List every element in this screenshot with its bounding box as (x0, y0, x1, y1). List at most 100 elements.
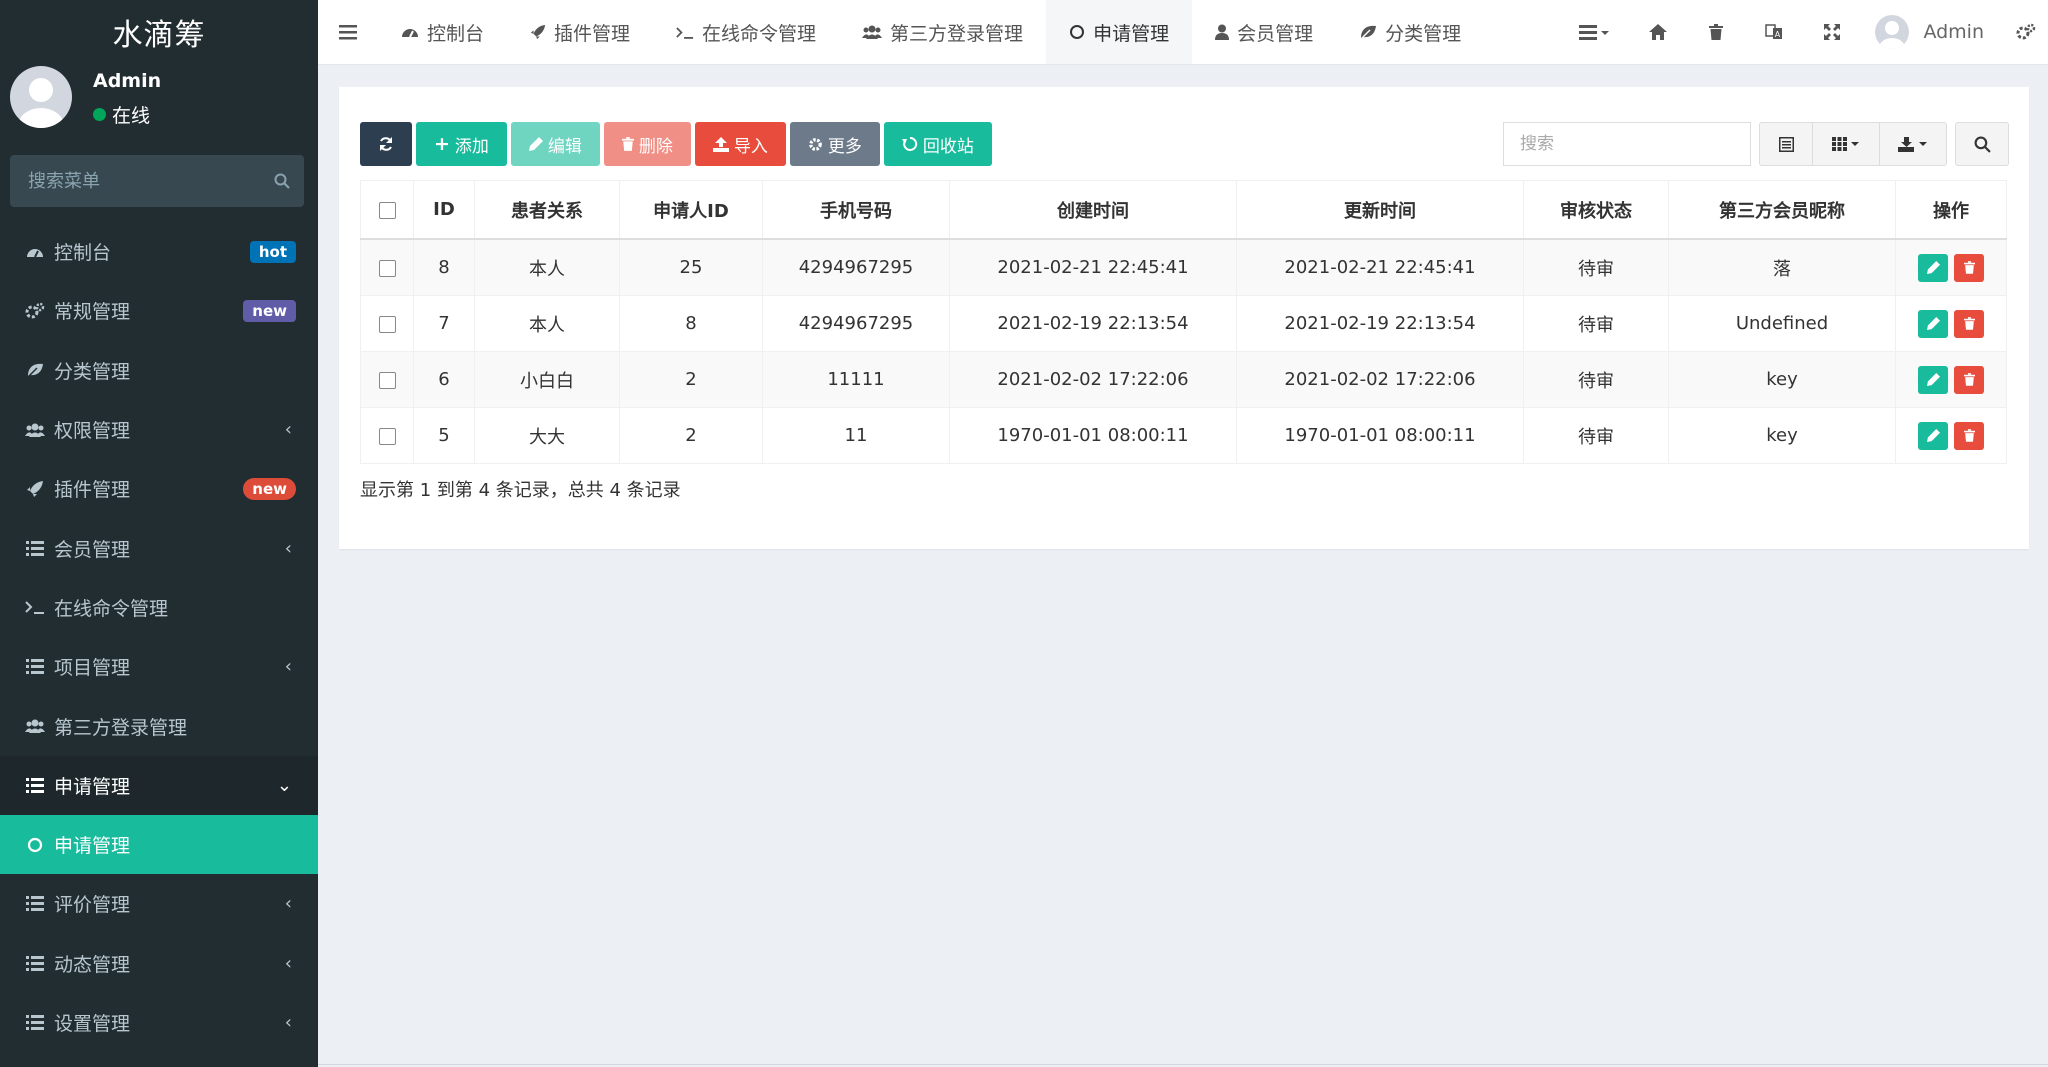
refresh-button[interactable] (360, 122, 412, 166)
column-header[interactable]: 审核状态 (1523, 180, 1669, 240)
table-header-row: ID 患者关系 申请人ID 手机号码 创建时间 更新时间 审核状态 第三方会员昵… (360, 180, 2007, 240)
table-row[interactable]: 5 大大 2 11 1970-01-01 08:00:11 1970-01-01… (360, 407, 2007, 464)
tab-dashboard[interactable]: 控制台 (378, 0, 507, 64)
table-search-input[interactable] (1503, 122, 1751, 166)
list-icon (24, 893, 46, 915)
sidebar-item-auth[interactable]: 权限管理 ‹ (0, 400, 318, 459)
group-icon (24, 715, 46, 737)
row-checkbox[interactable] (378, 427, 396, 445)
export-dropdown-button[interactable] (1880, 123, 1946, 165)
tab-apply[interactable]: 申请管理 (1046, 0, 1193, 64)
sidebar-item-category[interactable]: 分类管理 (0, 341, 318, 400)
list-dropdown-icon (1579, 25, 1610, 40)
sidebar-item-label: 第三方登录管理 (54, 716, 188, 739)
pencil-icon (1926, 317, 1940, 330)
sidebar-search-input[interactable] (10, 154, 260, 208)
import-button[interactable]: 导入 (694, 122, 786, 166)
cell-applicant-id: 2 (619, 407, 763, 464)
column-header[interactable]: 第三方会员昵称 (1668, 180, 1896, 240)
table-row[interactable]: 7 本人 8 4294967295 2021-02-19 22:13:54 20… (360, 295, 2007, 352)
table-toolbar: + 添加 编辑 删除 导入 更多 回收站 (360, 122, 992, 166)
home-button[interactable] (1629, 0, 1687, 64)
row-delete-button[interactable] (1954, 421, 1984, 450)
sidebar-item-third-login[interactable]: 第三方登录管理 (0, 696, 318, 755)
row-checkbox[interactable] (378, 371, 396, 389)
sidebar-item-project[interactable]: 项目管理 ‹ (0, 637, 318, 696)
sidebar-item-apply[interactable]: 申请管理 (0, 814, 318, 875)
hamburger-icon (339, 24, 357, 39)
toggle-view-button[interactable] (1760, 123, 1813, 165)
export-icon (1898, 136, 1927, 152)
tab-member[interactable]: 会员管理 (1192, 0, 1336, 64)
column-header[interactable]: ID (413, 180, 475, 240)
more-label: 更多 (827, 136, 862, 157)
row-select-cell (360, 407, 414, 464)
cell-updated: 1970-01-01 08:00:11 (1236, 407, 1524, 464)
row-edit-button[interactable] (1918, 309, 1948, 338)
row-edit-button[interactable] (1918, 365, 1948, 394)
tab-label: 在线命令管理 (702, 22, 817, 45)
cell-phone: 11111 (762, 351, 950, 408)
chevron-left-icon: ‹ (284, 419, 292, 441)
sidebar-item-label: 权限管理 (54, 420, 131, 443)
sidebar-item-dashboard[interactable]: 控制台 hot (0, 222, 318, 281)
column-header[interactable]: 更新时间 (1236, 180, 1524, 240)
sidebar-item-general[interactable]: 常规管理 new (0, 281, 318, 340)
sidebar-item-label: 申请管理 (54, 835, 131, 858)
row-delete-button[interactable] (1954, 253, 1984, 282)
pencil-icon (528, 137, 543, 151)
dashboard-icon (24, 241, 46, 263)
table-row[interactable]: 8 本人 25 4294967295 2021-02-21 22:45:41 2… (360, 238, 2007, 296)
sidebar-item-command[interactable]: 在线命令管理 (0, 578, 318, 637)
gear-icon (809, 137, 822, 151)
add-button[interactable]: + 添加 (416, 122, 507, 166)
advanced-search-button[interactable] (1955, 122, 2009, 166)
sidebar: 水滴筹 Admin 在线 控制台 hot 常规管理 new 分类管理 (0, 0, 318, 1067)
sidebar-item-dynamic[interactable]: 动态管理 ‹ (0, 934, 318, 993)
tab-third-login[interactable]: 第三方登录管理 (839, 0, 1046, 64)
brand-logo[interactable]: 水滴筹 (0, 0, 318, 64)
row-edit-button[interactable] (1918, 421, 1948, 450)
language-button[interactable]: A (1745, 0, 1803, 64)
recycle-bin-button[interactable]: 回收站 (883, 122, 992, 166)
row-delete-button[interactable] (1954, 309, 1984, 338)
sidebar-item-addon[interactable]: 插件管理 new (0, 459, 318, 518)
sidebar-item-member[interactable]: 会员管理 ‹ (0, 518, 318, 577)
sidebar-item-settings[interactable]: 设置管理 ‹ (0, 993, 318, 1052)
select-all-checkbox[interactable] (378, 201, 396, 219)
clear-cache-button[interactable] (1687, 0, 1745, 64)
sidebar-item-apply-group[interactable]: 申请管理 ⌄ (0, 755, 318, 815)
cell-actions (1895, 238, 2007, 296)
recycle-icon (901, 136, 918, 151)
fullscreen-button[interactable] (1803, 0, 1861, 64)
table-row[interactable]: 6 小白白 2 11111 2021-02-02 17:22:06 2021-0… (360, 351, 2007, 408)
search-icon[interactable] (260, 173, 304, 189)
column-header[interactable]: 手机号码 (762, 180, 950, 240)
tab-addon[interactable]: 插件管理 (507, 0, 653, 64)
sidebar-item-review[interactable]: 评价管理 ‹ (0, 874, 318, 933)
column-header[interactable]: 创建时间 (949, 180, 1237, 240)
tab-category[interactable]: 分类管理 (1336, 0, 1484, 64)
trash-icon (1963, 261, 1975, 274)
cell-id: 8 (413, 238, 475, 296)
row-checkbox[interactable] (378, 259, 396, 277)
sidebar-toggle-button[interactable] (318, 0, 378, 64)
more-button[interactable]: 更多 (789, 122, 880, 166)
row-delete-button[interactable] (1954, 365, 1984, 394)
list-icon (24, 537, 46, 559)
sidebar-item-label: 申请管理 (54, 775, 131, 798)
column-header[interactable]: 申请人ID (619, 180, 763, 240)
row-edit-button[interactable] (1918, 253, 1948, 282)
user-menu[interactable]: Admin (1861, 15, 2004, 49)
columns-dropdown-button[interactable] (1813, 123, 1880, 165)
cell-status: 待审 (1523, 351, 1669, 408)
pencil-icon (1926, 261, 1940, 274)
column-header[interactable]: 患者关系 (474, 180, 620, 240)
control-sidebar-button[interactable] (2004, 0, 2048, 64)
tabs-dropdown-button[interactable] (1559, 0, 1629, 64)
delete-button[interactable]: 删除 (603, 122, 691, 166)
tab-command[interactable]: 在线命令管理 (653, 0, 839, 64)
edit-button[interactable]: 编辑 (510, 122, 600, 166)
row-checkbox[interactable] (378, 315, 396, 333)
cell-created: 2021-02-19 22:13:54 (949, 295, 1237, 352)
